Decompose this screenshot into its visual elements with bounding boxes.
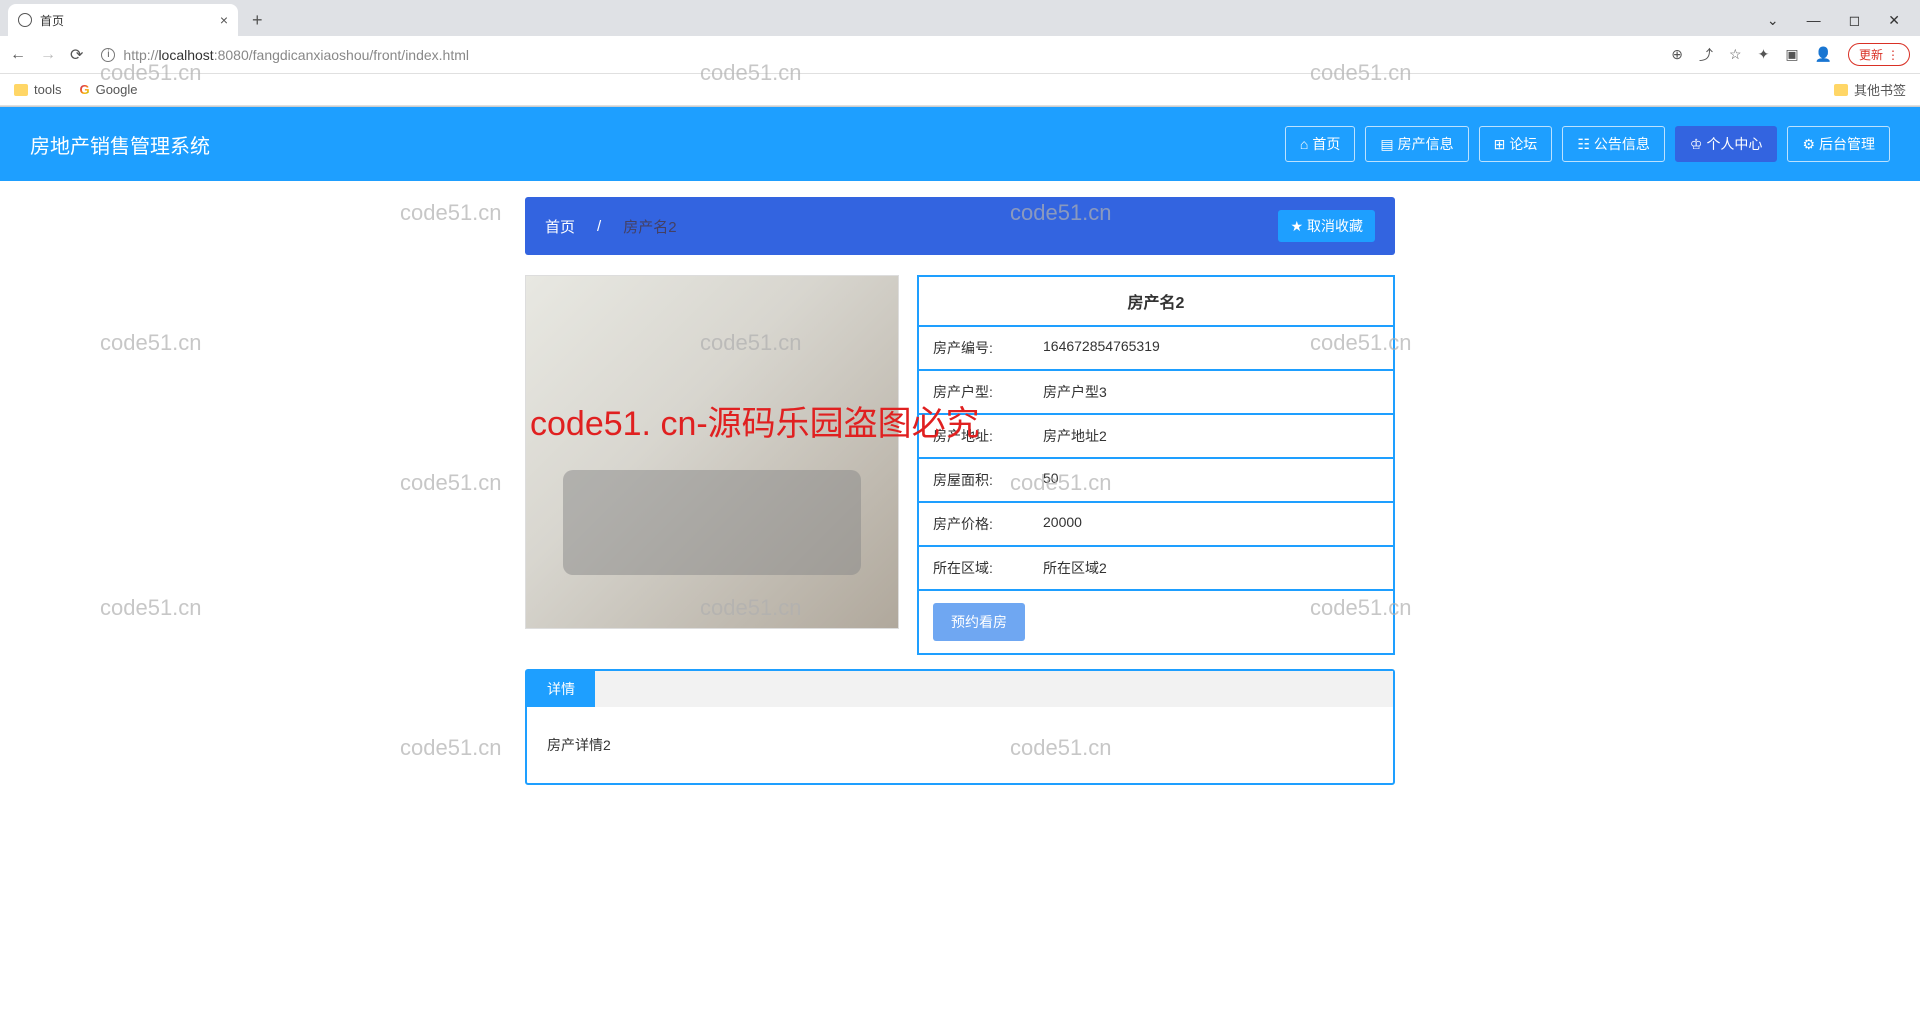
- detail-row: 房产名2 房产编号:164672854765319房产户型:房产户型3房产地址:…: [525, 275, 1395, 655]
- watermark: code51.cn: [400, 735, 502, 761]
- toolbar-right: ⊕ ⤴ ☆ ✦ ▣ 👤 更新 ⋮: [1671, 43, 1910, 66]
- info-label: 房屋面积:: [919, 459, 1029, 501]
- info-row: 所在区域:所在区域2: [919, 547, 1393, 591]
- bookmark-tools[interactable]: tools: [14, 82, 61, 97]
- share-icon[interactable]: ⤴: [1699, 45, 1713, 65]
- nav-announce[interactable]: ☷公告信息: [1562, 126, 1665, 162]
- close-window-icon[interactable]: ✕: [1888, 12, 1900, 29]
- breadcrumb-home[interactable]: 首页: [545, 216, 575, 237]
- property-title: 房产名2: [919, 277, 1393, 327]
- browser-toolbar: ← → ⟳ i http://localhost:8080/fangdicanx…: [0, 36, 1920, 74]
- info-row: 房产户型:房产户型3: [919, 371, 1393, 415]
- folder-icon: [1834, 84, 1848, 96]
- info-row: 房产编号:164672854765319: [919, 327, 1393, 371]
- tab-title: 首页: [40, 12, 64, 29]
- info-icon[interactable]: i: [101, 48, 115, 62]
- tab-detail[interactable]: 详情: [527, 671, 595, 707]
- breadcrumb: 首页 / 房产名2 ★ 取消收藏: [525, 197, 1395, 255]
- folder-icon: [14, 84, 28, 96]
- action-row: 预约看房: [919, 591, 1393, 653]
- nav-personal[interactable]: ♔个人中心: [1675, 126, 1778, 162]
- watermark: code51.cn: [100, 595, 202, 621]
- google-icon: G: [79, 82, 89, 97]
- detail-tabs: 详情 房产详情2: [525, 669, 1395, 785]
- maximize-icon[interactable]: ◻: [1849, 12, 1861, 29]
- info-row: 房产地址:房产地址2: [919, 415, 1393, 459]
- content-area: 首页 / 房产名2 ★ 取消收藏 房产名2 房产编号:1646728547653…: [525, 197, 1395, 785]
- link-icon: ⚙: [1802, 136, 1815, 153]
- browser-tab[interactable]: 首页 ×: [8, 4, 238, 36]
- info-value: 50: [1029, 459, 1393, 501]
- info-value: 房产地址2: [1029, 415, 1393, 457]
- info-table: 房产名2 房产编号:164672854765319房产户型:房产户型3房产地址:…: [917, 275, 1395, 655]
- window-controls: ⌄ — ◻ ✕: [1767, 12, 1912, 29]
- announce-icon: ☷: [1577, 136, 1590, 153]
- bookmark-other[interactable]: 其他书签: [1834, 80, 1906, 99]
- globe-icon: [18, 13, 32, 27]
- star-icon: ★: [1290, 218, 1303, 235]
- bookmark-google[interactable]: GGoogle: [79, 82, 137, 97]
- info-value: 20000: [1029, 503, 1393, 545]
- property-image: [525, 275, 899, 629]
- update-button[interactable]: 更新 ⋮: [1848, 43, 1910, 66]
- info-label: 所在区域:: [919, 547, 1029, 589]
- info-label: 房产户型:: [919, 371, 1029, 413]
- watermark: code51.cn: [100, 330, 202, 356]
- home-icon: ⌂: [1300, 136, 1308, 152]
- back-button[interactable]: ←: [10, 46, 26, 64]
- panel-icon[interactable]: ▣: [1785, 46, 1798, 63]
- forward-button: →: [40, 46, 56, 64]
- info-label: 房产地址:: [919, 415, 1029, 457]
- cancel-favorite-button[interactable]: ★ 取消收藏: [1278, 210, 1375, 242]
- zoom-icon[interactable]: ⊕: [1671, 46, 1683, 63]
- browser-chrome: 首页 × + ⌄ — ◻ ✕ ← → ⟳ i http://localhost:…: [0, 0, 1920, 107]
- info-value: 所在区域2: [1029, 547, 1393, 589]
- info-value: 164672854765319: [1029, 327, 1393, 369]
- info-row: 房产价格:20000: [919, 503, 1393, 547]
- watermark: code51.cn: [400, 470, 502, 496]
- reload-button[interactable]: ⟳: [70, 45, 83, 65]
- watermark: code51.cn: [400, 200, 502, 226]
- list-icon: ▤: [1380, 136, 1393, 153]
- nav-admin[interactable]: ⚙后台管理: [1787, 126, 1890, 162]
- profile-icon[interactable]: 👤: [1815, 46, 1832, 63]
- url-text: http://localhost:8080/fangdicanxiaoshou/…: [123, 47, 469, 63]
- extensions-icon[interactable]: ✦: [1758, 46, 1770, 63]
- app-title: 房地产销售管理系统: [30, 130, 210, 159]
- nav-home[interactable]: ⌂首页: [1285, 126, 1355, 162]
- tab-bar: 首页 × + ⌄ — ◻ ✕: [0, 0, 1920, 36]
- info-label: 房产编号:: [919, 327, 1029, 369]
- minimize-icon[interactable]: —: [1807, 12, 1821, 29]
- user-icon: ♔: [1690, 136, 1703, 153]
- chat-icon: ⊞: [1494, 136, 1506, 153]
- info-row: 房屋面积:50: [919, 459, 1393, 503]
- info-label: 房产价格:: [919, 503, 1029, 545]
- appointment-button[interactable]: 预约看房: [933, 603, 1025, 641]
- tab-head: 详情: [527, 671, 1393, 707]
- breadcrumb-sep: /: [597, 218, 601, 235]
- info-value: 房产户型3: [1029, 371, 1393, 413]
- new-tab-button[interactable]: +: [252, 10, 263, 31]
- address-bar[interactable]: i http://localhost:8080/fangdicanxiaosho…: [97, 47, 1657, 63]
- detail-content: 房产详情2: [527, 707, 1393, 783]
- app-header: 房地产销售管理系统 ⌂首页 ▤房产信息 ⊞论坛 ☷公告信息 ♔个人中心 ⚙后台管…: [0, 107, 1920, 181]
- star-icon[interactable]: ☆: [1729, 46, 1742, 63]
- app-nav: ⌂首页 ▤房产信息 ⊞论坛 ☷公告信息 ♔个人中心 ⚙后台管理: [1285, 126, 1890, 162]
- breadcrumb-current: 房产名2: [623, 216, 676, 237]
- nav-forum[interactable]: ⊞论坛: [1479, 126, 1553, 162]
- bookmark-bar: tools GGoogle 其他书签: [0, 74, 1920, 106]
- chevron-down-icon[interactable]: ⌄: [1767, 12, 1779, 29]
- close-icon[interactable]: ×: [220, 12, 228, 28]
- nav-property[interactable]: ▤房产信息: [1365, 126, 1468, 162]
